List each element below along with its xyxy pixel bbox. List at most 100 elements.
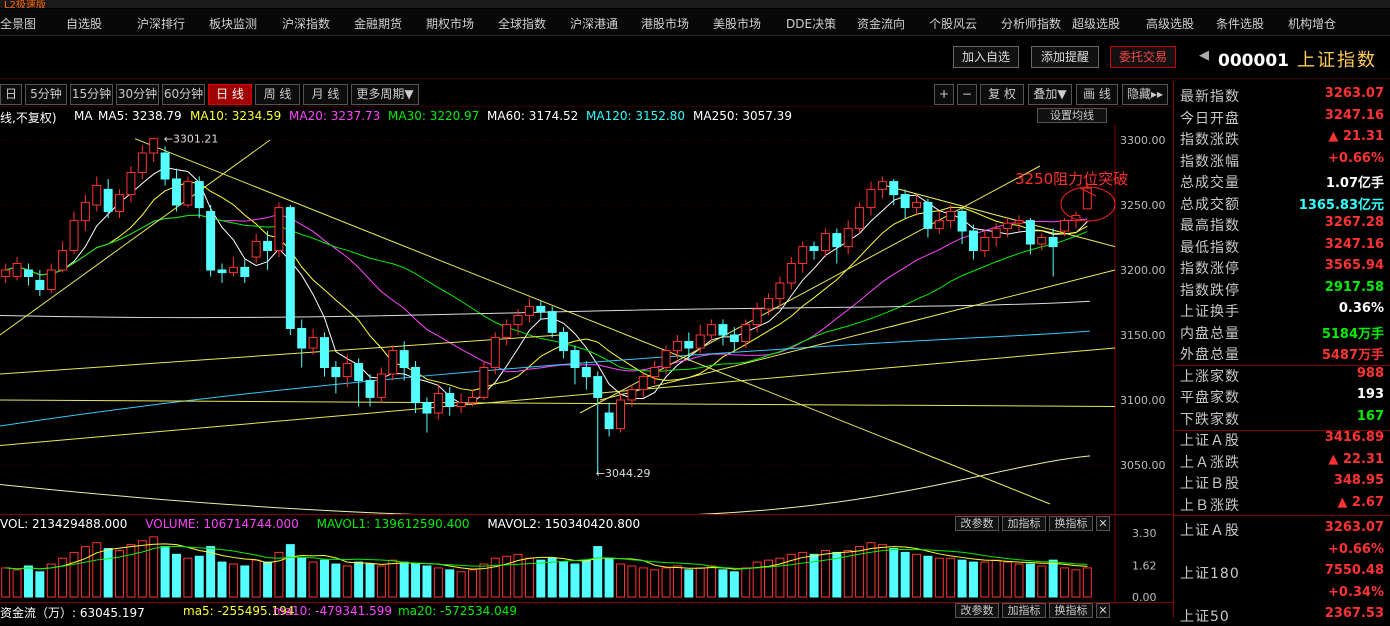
menu-item-12[interactable]: 资金流向 bbox=[857, 15, 905, 32]
title-strip: L2极速版 bbox=[0, 0, 1390, 8]
chart-tool-button-2[interactable]: 复 权 bbox=[980, 84, 1024, 105]
candle-body bbox=[707, 324, 717, 336]
menu-item-13[interactable]: 个股风云 bbox=[929, 15, 977, 32]
volume-bar bbox=[285, 544, 295, 598]
chart-tool-button-1[interactable]: − bbox=[957, 84, 977, 105]
quote-row: 上Ａ涨跌 ▲ 22.31 bbox=[1180, 450, 1384, 471]
menu-item-0[interactable]: 全景图 bbox=[0, 15, 36, 32]
menu-item-7[interactable]: 全球指数 bbox=[498, 15, 546, 32]
volume-bar bbox=[912, 553, 922, 598]
period-button-5[interactable]: 日 线 bbox=[208, 84, 252, 105]
volume-bar bbox=[570, 563, 580, 598]
flow-button-0[interactable]: 改参数 bbox=[955, 603, 999, 618]
quote-value: ▲ 2.67 bbox=[1337, 494, 1384, 510]
volume-bar bbox=[342, 565, 352, 598]
candle-body bbox=[171, 178, 181, 206]
period-button-4[interactable]: 60分钟 bbox=[162, 84, 205, 105]
menu-item-9[interactable]: 港股市场 bbox=[641, 15, 689, 32]
ma5-value: MA5: 3238.79 bbox=[98, 109, 182, 123]
candle-body bbox=[46, 269, 56, 290]
volume-bar bbox=[1003, 561, 1013, 598]
candle-body bbox=[35, 279, 45, 290]
menu-item-17[interactable]: 条件选股 bbox=[1216, 15, 1264, 32]
period-button-8[interactable]: 更多周期▼ bbox=[351, 84, 419, 105]
candle-body bbox=[684, 341, 694, 349]
menu-item-11[interactable]: DDE决策 bbox=[786, 15, 836, 32]
low-price-label: ←3044.29 bbox=[596, 467, 651, 480]
volume-bar bbox=[593, 546, 603, 598]
flow-button-2[interactable]: 换指标 bbox=[1049, 603, 1093, 618]
candle-body bbox=[274, 207, 284, 251]
candle-body bbox=[809, 246, 819, 251]
volume-bar bbox=[46, 563, 56, 598]
candle-body bbox=[570, 350, 580, 369]
period-button-2[interactable]: 15分钟 bbox=[70, 84, 113, 105]
quote-label: 上涨家数 bbox=[1180, 368, 1240, 385]
candle-body bbox=[695, 334, 705, 349]
menu-item-2[interactable]: 沪深排行 bbox=[137, 15, 185, 32]
flow-button-1[interactable]: 加指标 bbox=[1002, 603, 1046, 618]
candle-body bbox=[661, 350, 671, 369]
volume-bar bbox=[308, 561, 318, 598]
menu-item-15[interactable]: 超级选股 bbox=[1072, 15, 1120, 32]
trend-line bbox=[579, 165, 1041, 414]
candle-body bbox=[536, 305, 546, 313]
candle-body bbox=[103, 188, 113, 213]
period-button-6[interactable]: 周 线 bbox=[255, 84, 300, 105]
quote-separator bbox=[1174, 365, 1390, 366]
volume-bar bbox=[354, 561, 364, 598]
quote-row: 最低指数 3247.16 bbox=[1180, 235, 1384, 256]
volume-bar bbox=[399, 561, 409, 598]
menu-item-16[interactable]: 高级选股 bbox=[1146, 15, 1194, 32]
menu-item-6[interactable]: 期权市场 bbox=[426, 15, 474, 32]
period-button-1[interactable]: 5分钟 bbox=[25, 84, 67, 105]
trend-line bbox=[0, 334, 561, 375]
candle-body bbox=[354, 363, 364, 382]
quote-row: 指数跌停 2917.58 bbox=[1180, 278, 1384, 299]
period-button-0[interactable]: 日 bbox=[0, 84, 22, 105]
volume-bar bbox=[980, 561, 990, 598]
menu-item-3[interactable]: 板块监测 bbox=[209, 15, 257, 32]
volume-bar bbox=[1014, 563, 1024, 598]
y-axis-tick: 3050.00 bbox=[1120, 459, 1166, 472]
menu-item-4[interactable]: 沪深指数 bbox=[282, 15, 330, 32]
volume-bar bbox=[80, 546, 90, 598]
chart-tool-button-5[interactable]: 隐藏▸▸ bbox=[1122, 84, 1168, 105]
menu-item-14[interactable]: 分析师指数 bbox=[1001, 15, 1061, 32]
menu-item-5[interactable]: 金融期货 bbox=[354, 15, 402, 32]
volume-bar bbox=[206, 546, 216, 598]
quote-value: 348.95 bbox=[1333, 473, 1384, 488]
ma-legend: 线,不复权) MA MA5: 3238.79 MA10: 3234.59 MA2… bbox=[0, 108, 1120, 125]
add-alert-button[interactable]: 添加提醒 bbox=[1031, 46, 1099, 68]
period-button-3[interactable]: 30分钟 bbox=[116, 84, 159, 105]
candle-body bbox=[741, 324, 751, 343]
chart-tool-button-4[interactable]: 画 线 bbox=[1076, 84, 1118, 105]
add-watchlist-button[interactable]: 加入自选 bbox=[953, 46, 1019, 68]
flow-button-3[interactable]: ✕ bbox=[1096, 603, 1110, 618]
ma10-value: MA10: 3234.59 bbox=[190, 109, 282, 123]
candle-body bbox=[1060, 220, 1070, 232]
candle-body bbox=[627, 389, 637, 401]
menu-item-18[interactable]: 机构增仓 bbox=[1288, 15, 1336, 32]
trade-button[interactable]: 委托交易 bbox=[1110, 46, 1176, 68]
quote-row: 上证Ａ股 3263.07 bbox=[1180, 518, 1384, 539]
menu-item-8[interactable]: 沪深港通 bbox=[570, 15, 618, 32]
ma-settings-button[interactable]: 设置均线 bbox=[1037, 108, 1107, 123]
menu-item-10[interactable]: 美股市场 bbox=[713, 15, 761, 32]
candle-body bbox=[547, 311, 557, 333]
period-button-7[interactable]: 月 线 bbox=[303, 84, 348, 105]
menu-item-1[interactable]: 自选股 bbox=[66, 15, 102, 32]
volume-bar bbox=[103, 548, 113, 598]
quote-row: 总成交额 1365.83亿元 bbox=[1180, 192, 1384, 213]
quote-label: 指数涨停 bbox=[1180, 261, 1240, 277]
chart-tool-button-0[interactable]: + bbox=[934, 84, 954, 105]
candle-body bbox=[183, 181, 193, 206]
volume-bar bbox=[638, 567, 648, 598]
candle-body bbox=[297, 328, 307, 349]
chart-tool-button-3[interactable]: 叠加▼ bbox=[1028, 84, 1072, 105]
ma30-value: MA30: 3220.97 bbox=[388, 109, 480, 123]
candle-body bbox=[1048, 237, 1058, 248]
kline-chart[interactable]: 3300.00 3250.00 3200.00 3150.00 3100.00 3050.… bbox=[0, 124, 1173, 518]
candle-body bbox=[832, 233, 842, 248]
quote-value: 5184万手 bbox=[1321, 326, 1384, 342]
